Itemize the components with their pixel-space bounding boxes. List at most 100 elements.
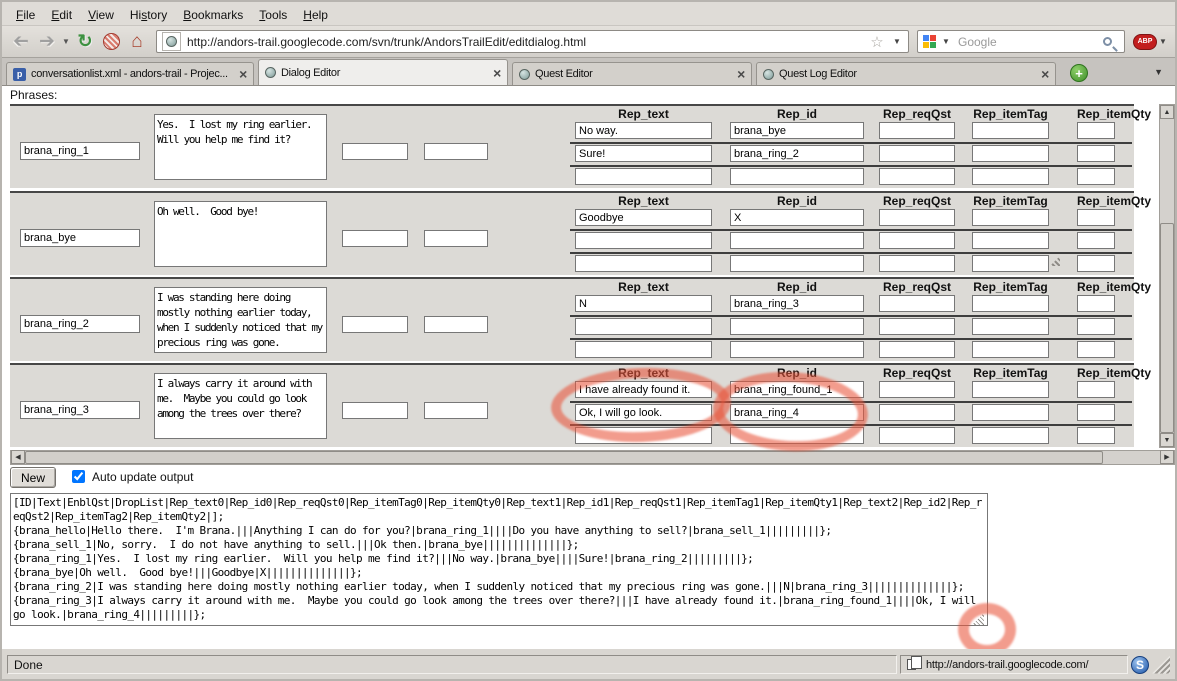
rep-reqqst-input[interactable] — [879, 404, 955, 421]
rep-reqqst-input[interactable] — [879, 145, 955, 162]
phrase-enblqst-input[interactable] — [342, 230, 408, 247]
horizontal-scroll-thumb[interactable] — [25, 451, 1103, 464]
new-tab-icon[interactable]: + — [1070, 64, 1088, 82]
scroll-left-icon[interactable]: ◀ — [11, 450, 25, 464]
rep-itemtag-input[interactable] — [972, 318, 1049, 335]
phrase-text-area[interactable]: Oh well. Good bye! — [154, 201, 327, 267]
window-resize-grip[interactable] — [1152, 656, 1170, 674]
rep-itemqty-input[interactable] — [1077, 341, 1115, 358]
rep-itemtag-input[interactable] — [972, 122, 1049, 139]
rep-id-input[interactable] — [730, 209, 864, 226]
rep-reqqst-input[interactable] — [879, 295, 955, 312]
menu-help[interactable]: Help — [295, 6, 336, 24]
phrases-vertical-scrollbar[interactable]: ▲ ▼ — [1159, 104, 1175, 448]
new-button[interactable]: New — [10, 467, 56, 488]
phrase-droplist-input[interactable] — [424, 316, 488, 333]
phrase-text-area[interactable]: I was standing here doing mostly nothing… — [154, 287, 327, 353]
s-logo-icon[interactable]: S — [1131, 656, 1149, 674]
rep-itemqty-input[interactable] — [1077, 255, 1115, 272]
rep-text-input[interactable] — [575, 209, 712, 226]
output-textarea[interactable]: [ID|Text|EnblQst|DropList|Rep_text0|Rep_… — [10, 493, 988, 626]
rep-text-input[interactable] — [575, 145, 712, 162]
rep-itemqty-input[interactable] — [1077, 318, 1115, 335]
reload-icon[interactable]: ↻ — [72, 31, 98, 52]
menu-edit[interactable]: Edit — [43, 6, 80, 24]
menu-tools[interactable]: Tools — [251, 6, 295, 24]
rep-text-input[interactable] — [575, 295, 712, 312]
rep-reqqst-input[interactable] — [879, 318, 955, 335]
phrase-enblqst-input[interactable] — [342, 402, 408, 419]
adblock-dropdown-icon[interactable]: ▼ — [1157, 37, 1169, 46]
phrase-enblqst-input[interactable] — [342, 316, 408, 333]
rep-itemqty-input[interactable] — [1077, 381, 1115, 398]
history-dropdown-icon[interactable]: ▼ — [60, 37, 72, 46]
phrase-text-area[interactable]: Yes. I lost my ring earlier. Will you he… — [154, 114, 327, 180]
rep-reqqst-input[interactable] — [879, 255, 955, 272]
rep-itemqty-input[interactable] — [1077, 122, 1115, 139]
menu-view[interactable]: View — [80, 6, 122, 24]
rep-id-input[interactable] — [730, 381, 864, 398]
rep-id-input[interactable] — [730, 318, 864, 335]
rep-reqqst-input[interactable] — [879, 122, 955, 139]
rep-itemtag-input[interactable] — [972, 255, 1049, 272]
tab-conversationlist[interactable]: p conversationlist.xml - andors-trail - … — [6, 62, 254, 85]
rep-id-input[interactable] — [730, 255, 864, 272]
rep-itemtag-input[interactable] — [972, 381, 1049, 398]
rep-text-input[interactable] — [575, 381, 712, 398]
search-bar[interactable]: ▼ — [917, 30, 1125, 53]
rep-text-input[interactable] — [575, 255, 712, 272]
rep-id-input[interactable] — [730, 168, 864, 185]
bookmark-star-icon[interactable]: ☆ — [869, 33, 885, 51]
auto-update-checkbox[interactable] — [72, 470, 85, 483]
rep-itemqty-input[interactable] — [1077, 404, 1115, 421]
tab-close-icon[interactable]: × — [1041, 67, 1049, 81]
tab-close-icon[interactable]: × — [239, 67, 247, 81]
url-bar[interactable]: http://andors-trail.googlecode.com/svn/t… — [156, 30, 909, 53]
rep-itemtag-input[interactable] — [972, 145, 1049, 162]
tab-quest-editor[interactable]: Quest Editor × — [512, 62, 752, 85]
rep-text-input[interactable] — [575, 318, 712, 335]
rep-itemtag-input[interactable] — [972, 209, 1049, 226]
phrase-enblqst-input[interactable] — [342, 143, 408, 160]
search-engine-dropdown-icon[interactable]: ▼ — [940, 37, 952, 46]
rep-id-input[interactable] — [730, 341, 864, 358]
search-icon[interactable] — [1103, 37, 1112, 46]
back-icon[interactable]: ➔ — [8, 30, 34, 53]
rep-itemtag-input[interactable] — [972, 404, 1049, 421]
rep-reqqst-input[interactable] — [879, 209, 955, 226]
rep-itemqty-input[interactable] — [1077, 232, 1115, 249]
adblock-icon[interactable]: ABP — [1133, 34, 1157, 50]
phrase-droplist-input[interactable] — [424, 230, 488, 247]
rep-text-input[interactable] — [575, 404, 712, 421]
rep-itemqty-input[interactable] — [1077, 427, 1115, 444]
phrase-id-input[interactable] — [20, 229, 140, 247]
rep-reqqst-input[interactable] — [879, 168, 955, 185]
phrase-droplist-input[interactable] — [424, 143, 488, 160]
rep-text-input[interactable] — [575, 427, 712, 444]
phrases-horizontal-scrollbar[interactable]: ◀ ▶ — [10, 450, 1175, 465]
scroll-down-icon[interactable]: ▼ — [1160, 433, 1174, 447]
phrase-droplist-input[interactable] — [424, 402, 488, 419]
rep-id-input[interactable] — [730, 427, 864, 444]
rep-text-input[interactable] — [575, 341, 712, 358]
rep-reqqst-input[interactable] — [879, 232, 955, 249]
tab-quest-log-editor[interactable]: Quest Log Editor × — [756, 62, 1056, 85]
menu-bookmarks[interactable]: Bookmarks — [175, 6, 251, 24]
tab-list-dropdown-icon[interactable]: ▼ — [1154, 67, 1171, 77]
scroll-right-icon[interactable]: ▶ — [1160, 450, 1174, 464]
url-input[interactable]: http://andors-trail.googlecode.com/svn/t… — [187, 35, 863, 49]
rep-itemtag-input[interactable] — [972, 295, 1049, 312]
forward-icon[interactable]: ➔ — [34, 30, 60, 53]
rep-text-input[interactable] — [575, 232, 712, 249]
rep-id-input[interactable] — [730, 122, 864, 139]
rep-itemtag-input[interactable] — [972, 341, 1049, 358]
search-engine-google-icon[interactable] — [923, 35, 936, 48]
rep-text-input[interactable] — [575, 122, 712, 139]
home-icon[interactable]: ⌂ — [124, 31, 150, 53]
rep-id-input[interactable] — [730, 232, 864, 249]
rep-itemtag-input[interactable] — [972, 168, 1049, 185]
rep-itemqty-input[interactable] — [1077, 168, 1115, 185]
stop-icon[interactable] — [98, 33, 124, 51]
rep-reqqst-input[interactable] — [879, 341, 955, 358]
rep-id-input[interactable] — [730, 295, 864, 312]
